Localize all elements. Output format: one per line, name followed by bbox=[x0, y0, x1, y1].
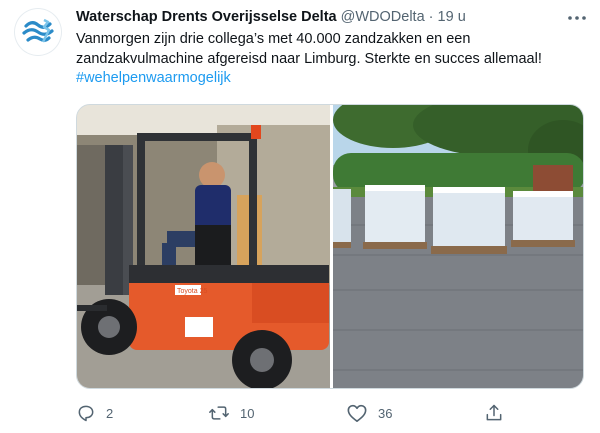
separator: · bbox=[428, 9, 434, 25]
heart-icon bbox=[347, 404, 367, 422]
share-icon bbox=[486, 404, 502, 421]
wdo-logo-icon bbox=[22, 18, 54, 43]
sandbag-pallets-photo[interactable] bbox=[333, 105, 584, 389]
tweet-actions: 2 10 36 bbox=[76, 402, 584, 424]
tweet-body: Vanmorgen zijn drie collega’s met 40.000… bbox=[76, 31, 542, 67]
avatar[interactable] bbox=[14, 8, 62, 56]
timestamp[interactable]: 19 u bbox=[438, 9, 466, 25]
more-button[interactable] bbox=[566, 10, 588, 26]
more-dots-icon bbox=[568, 16, 586, 20]
media-grid: Toyota 25 bbox=[76, 104, 584, 389]
retweet-button[interactable]: 10 bbox=[208, 402, 254, 424]
tweet[interactable]: Waterschap Drents Overijsselse Delta @WD… bbox=[0, 0, 600, 433]
tweet-text: Vanmorgen zijn drie collega’s met 40.000… bbox=[76, 30, 581, 89]
reply-icon bbox=[78, 405, 94, 422]
share-button[interactable] bbox=[484, 402, 514, 424]
forklift-label: Toyota 25 bbox=[177, 288, 207, 295]
retweet-icon bbox=[209, 406, 229, 420]
forklift-photo[interactable]: Toyota 25 bbox=[77, 105, 330, 389]
tweet-header: Waterschap Drents Overijsselse Delta @WD… bbox=[76, 9, 466, 25]
reply-button[interactable]: 2 bbox=[76, 402, 113, 424]
author-handle[interactable]: @WDODelta bbox=[341, 9, 425, 25]
reply-count: 2 bbox=[106, 405, 114, 421]
like-count: 36 bbox=[378, 405, 393, 421]
author-name[interactable]: Waterschap Drents Overijsselse Delta bbox=[76, 9, 337, 25]
hashtag-link[interactable]: #wehelpenwaarmogelijk bbox=[76, 70, 231, 86]
like-button[interactable]: 36 bbox=[346, 402, 392, 424]
retweet-count: 10 bbox=[240, 405, 255, 421]
